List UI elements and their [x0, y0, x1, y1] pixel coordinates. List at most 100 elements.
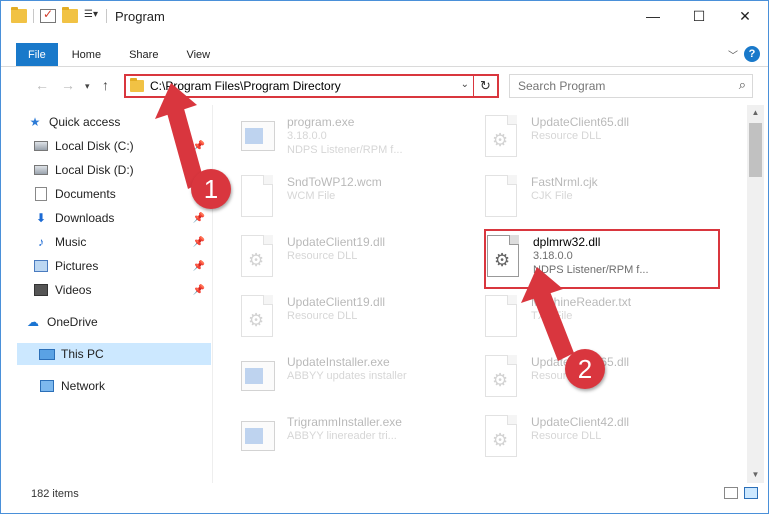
dll-icon: ⚙ — [485, 355, 517, 397]
sidebar-item-label: Local Disk (C:) — [55, 139, 134, 153]
sidebar-item-label: Network — [61, 379, 106, 393]
file-name: UpdateClient19.dll — [287, 235, 386, 249]
search-input[interactable] — [510, 79, 720, 93]
sidebar-item-label: Music — [55, 235, 87, 249]
file-item[interactable]: program.exe 3.18.0.0 NDPS Listener/RPM f… — [241, 111, 481, 169]
file-item[interactable]: MachineReader.txt TXT File — [485, 291, 725, 349]
tab-home[interactable]: Home — [58, 43, 115, 66]
address-dropdown-icon[interactable]: ⌄ — [461, 79, 469, 90]
expand-ribbon-icon[interactable]: ﹀ — [728, 47, 738, 62]
scroll-down-icon[interactable]: ▼ — [747, 467, 764, 483]
up-arrow-icon[interactable]: ↑ — [102, 77, 109, 93]
pictures-icon — [34, 260, 48, 272]
dll-icon: ⚙ — [485, 415, 517, 457]
details-view-icon[interactable] — [724, 487, 738, 499]
file-item[interactable]: UpdateInstaller.exe ABBYY updates instal… — [241, 351, 481, 409]
file-name: UpdateClient42.dll — [531, 415, 630, 429]
separator — [33, 9, 34, 23]
file-list: program.exe 3.18.0.0 NDPS Listener/RPM f… — [215, 105, 745, 479]
window-controls: — ☐ ✕ — [630, 1, 768, 31]
highlight-box — [484, 229, 720, 289]
file-description: ABBYY linereader tri... — [287, 430, 397, 442]
sidebar-item-label: Pictures — [55, 259, 99, 273]
folder-icon — [11, 7, 27, 23]
exe-icon — [241, 421, 275, 451]
vertical-scrollbar[interactable]: ▲ ▼ — [747, 105, 764, 483]
file-name: MachineReader.txt — [531, 295, 632, 309]
file-item[interactable]: ⚙ UpdateClient19.dll Resource DLL — [241, 291, 481, 349]
sidebar-item-onedrive[interactable]: ☁ OneDrive — [25, 311, 219, 333]
drive-icon — [34, 165, 48, 175]
exe-icon — [241, 121, 275, 151]
file-name: UpdateInstaller.exe — [287, 355, 390, 369]
properties-icon[interactable] — [40, 7, 56, 23]
address-row: ← → ▾ ↑ ⌄ ↻ ⌕ — [1, 71, 768, 101]
sidebar-item-network[interactable]: Network — [39, 375, 233, 397]
document-icon — [241, 175, 273, 217]
maximize-button[interactable]: ☐ — [676, 1, 722, 31]
sidebar-item-documents[interactable]: Documents — [33, 183, 211, 205]
scrollbar-thumb[interactable] — [749, 123, 762, 177]
new-folder-icon[interactable] — [62, 7, 78, 23]
address-input[interactable] — [150, 79, 460, 93]
customize-toolbar-icon[interactable]: ☰▾ — [84, 9, 100, 23]
step-2-badge: 2 — [565, 349, 605, 389]
sidebar-item-local-disk-d[interactable]: Local Disk (D:) — [33, 159, 211, 181]
download-icon: ⬇ — [35, 211, 47, 225]
refresh-icon[interactable]: ↻ — [473, 76, 497, 96]
sidebar-item-local-disk-c[interactable]: Local Disk (C:) 📌 — [33, 135, 211, 157]
network-icon — [40, 380, 54, 392]
file-type: TXT File — [531, 310, 573, 322]
window-title: Program — [115, 8, 165, 24]
document-icon — [485, 295, 517, 337]
help-icon[interactable]: ? — [744, 46, 760, 62]
sidebar-item-label: This PC — [61, 347, 104, 361]
tab-view[interactable]: View — [172, 43, 224, 66]
file-item[interactable]: ⚙ UpdateClient19.dll Resource DLL — [241, 231, 481, 289]
pin-icon: 📌 — [192, 140, 205, 152]
sidebar-item-label: OneDrive — [47, 315, 98, 329]
minimize-button[interactable]: — — [630, 1, 676, 31]
sidebar-item-pictures[interactable]: Pictures 📌 — [33, 255, 211, 277]
search-box[interactable]: ⌕ — [509, 74, 753, 98]
file-item[interactable]: TrigrammInstaller.exe ABBYY linereader t… — [241, 411, 481, 469]
computer-icon — [39, 348, 55, 360]
recent-locations-icon[interactable]: ▾ — [85, 81, 90, 92]
navigation-pane: ★ Quick access Local Disk (C:) 📌 Local D… — [1, 105, 213, 483]
file-description: NDPS Listener/RPM f... — [287, 144, 403, 156]
sidebar-item-videos[interactable]: Videos 📌 — [33, 279, 211, 301]
file-name: TrigrammInstaller.exe — [287, 415, 402, 429]
file-name: UpdateClient19.dll — [287, 295, 386, 309]
file-item[interactable]: SndToWP12.wcm WCM File — [241, 171, 481, 229]
music-icon: ♪ — [38, 235, 44, 249]
file-item[interactable]: ⚙ UpdateClient42.dll Resource DLL — [485, 411, 725, 469]
tab-file[interactable]: File — [16, 43, 58, 66]
file-type: WCM File — [287, 190, 336, 202]
tiles-view-icon[interactable] — [744, 487, 758, 499]
sidebar-item-this-pc[interactable]: This PC — [17, 343, 211, 365]
tab-share[interactable]: Share — [115, 43, 172, 66]
address-bar[interactable]: ⌄ ↻ — [124, 74, 499, 98]
file-item[interactable]: ⚙ UpdateClient65.dll Resource DLL — [485, 111, 725, 169]
file-type: Resource DLL — [287, 310, 358, 322]
item-count: 182 items — [31, 488, 79, 500]
sidebar-item-label: Videos — [55, 283, 92, 297]
close-button[interactable]: ✕ — [722, 1, 768, 31]
explorer-window: ☰▾ Program — ☐ ✕ File Home Share View ﹀ … — [0, 0, 769, 514]
file-name: SndToWP12.wcm — [287, 175, 382, 189]
dll-icon: ⚙ — [241, 295, 273, 337]
sidebar-item-music[interactable]: ♪ Music 📌 — [33, 231, 211, 253]
back-arrow-icon[interactable]: ← — [35, 77, 49, 93]
file-item[interactable]: ⚙ UpdateClient65.dll Resource DLL — [485, 351, 725, 409]
file-name: UpdateClient65.dll — [531, 115, 630, 129]
sidebar-item-label: Downloads — [55, 211, 115, 225]
sidebar-item-quick-access[interactable]: ★ Quick access — [27, 111, 221, 133]
file-version: 3.18.0.0 — [287, 130, 327, 142]
scroll-up-icon[interactable]: ▲ — [747, 105, 764, 121]
sidebar-item-downloads[interactable]: ⬇ Downloads 📌 — [33, 207, 211, 229]
title-bar: ☰▾ Program — ☐ ✕ — [1, 1, 768, 31]
separator — [106, 9, 107, 23]
forward-arrow-icon[interactable]: → — [61, 77, 75, 93]
star-icon: ★ — [29, 115, 41, 129]
file-item[interactable]: FastNrml.cjk CJK File — [485, 171, 725, 229]
